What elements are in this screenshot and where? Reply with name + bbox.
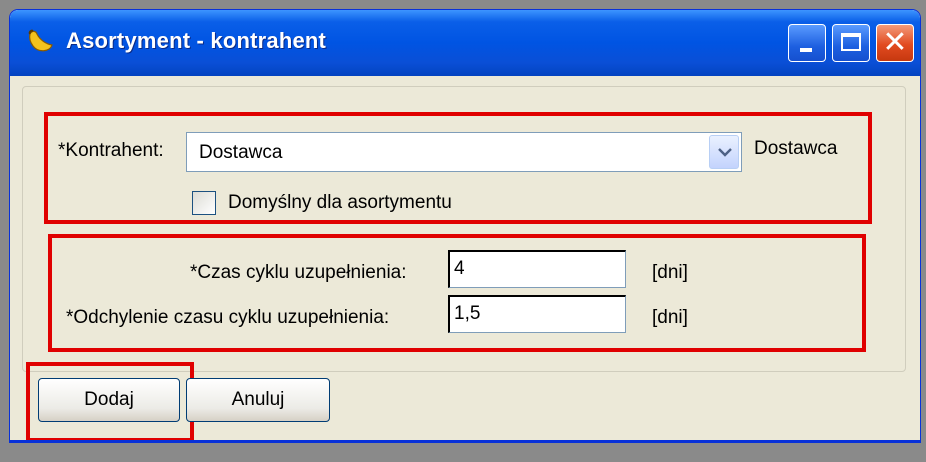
contractor-selected-value: Dostawca	[199, 142, 283, 163]
cancel-button[interactable]: Anuluj	[186, 378, 330, 422]
cycle-time-label: *Czas cyklu uzupełnienia:	[190, 262, 407, 283]
window-bottom-border	[10, 440, 920, 442]
cycle-deviation-label: *Odchylenie czasu cyklu uzupełnienia:	[66, 307, 390, 328]
dialog-window: Asortyment - kontrahent ✕ *Kontrahent: D…	[10, 10, 920, 442]
cycle-deviation-input[interactable]: 1,5	[448, 295, 626, 333]
add-button-highlight-box	[26, 362, 194, 442]
minimize-button[interactable]	[788, 24, 826, 62]
maximize-icon	[841, 33, 861, 51]
window-title: Asortyment - kontrahent	[66, 28, 327, 53]
contractor-label: *Kontrahent:	[58, 140, 164, 161]
cycle-time-unit: [dni]	[652, 262, 688, 283]
minimize-icon	[800, 48, 812, 52]
default-for-assortment-label[interactable]: Domyślny dla asortymentu	[228, 192, 452, 214]
cycle-time-input[interactable]: 4	[448, 250, 626, 288]
close-button[interactable]: ✕	[876, 24, 914, 62]
banana-icon	[28, 29, 53, 52]
chevron-down-icon	[718, 148, 732, 157]
close-icon: ✕	[882, 25, 908, 60]
title-bar[interactable]: Asortyment - kontrahent ✕	[10, 10, 920, 76]
contractor-side-text: Dostawca	[754, 138, 838, 159]
contractor-combobox[interactable]: Dostawca	[186, 132, 742, 172]
maximize-button[interactable]	[832, 24, 870, 62]
cycle-deviation-unit: [dni]	[652, 307, 688, 328]
combobox-dropdown-button[interactable]	[709, 135, 739, 169]
default-for-assortment-checkbox[interactable]	[192, 191, 216, 215]
